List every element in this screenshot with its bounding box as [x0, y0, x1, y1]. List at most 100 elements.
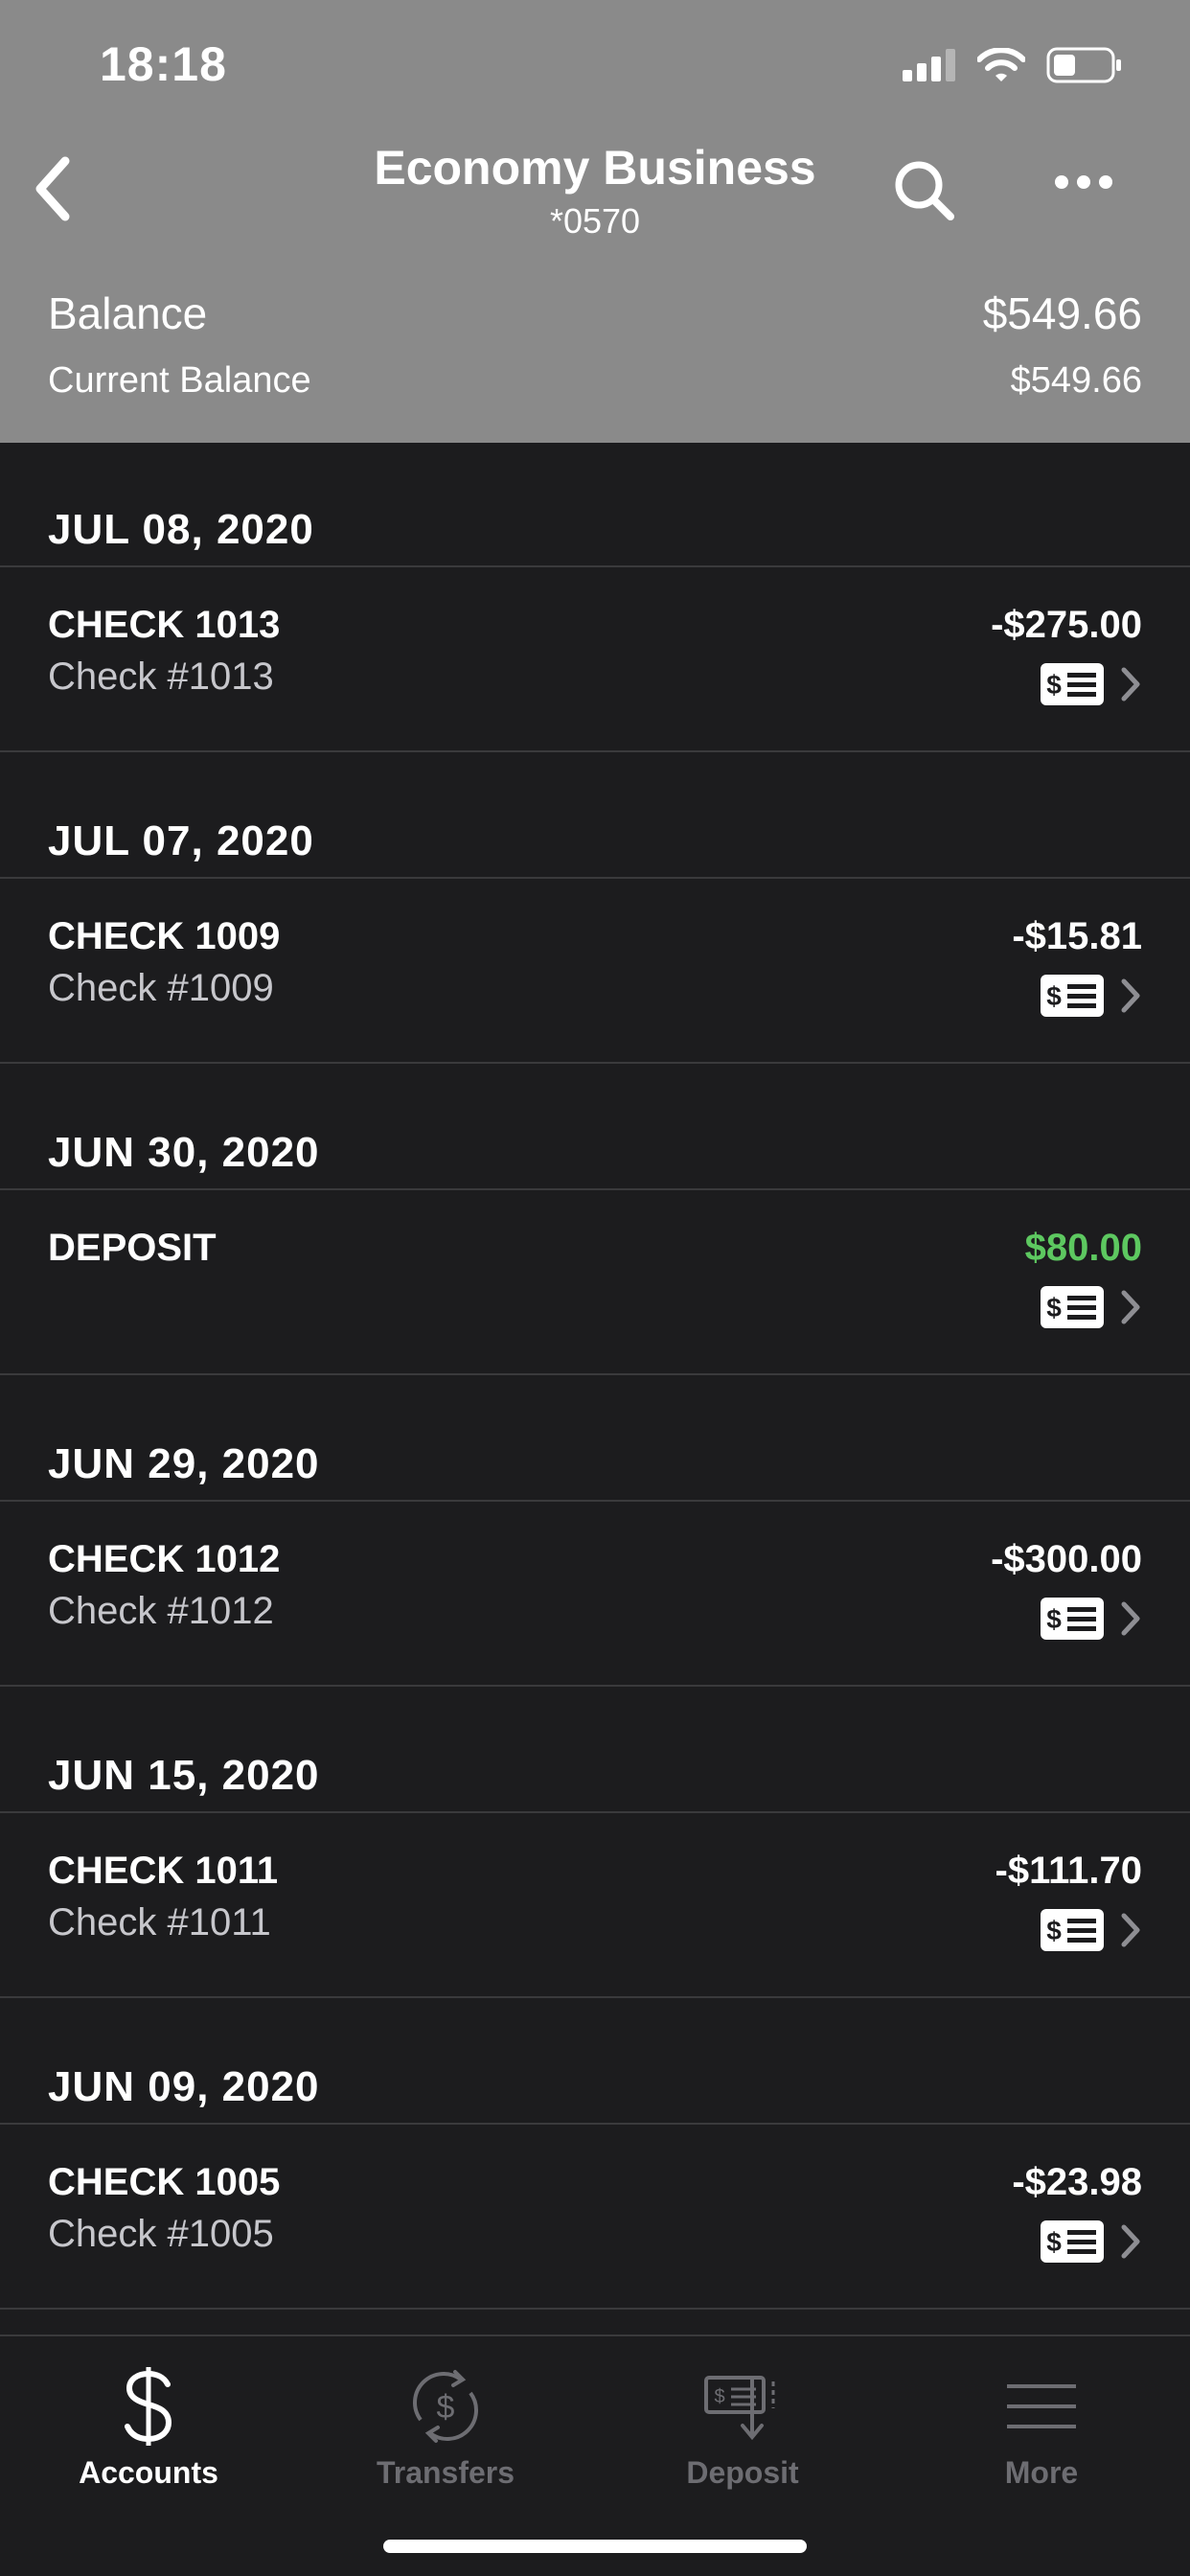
svg-text:$: $: [1046, 981, 1062, 1011]
date-header: JUL 08, 2020: [0, 443, 1190, 567]
check-image-icon[interactable]: $: [1041, 663, 1104, 705]
tab-more[interactable]: More: [893, 2336, 1190, 2509]
transaction-amount: -$15.81: [1012, 915, 1142, 957]
svg-text:$: $: [1046, 1293, 1062, 1322]
svg-text:$: $: [1046, 1604, 1062, 1634]
current-balance-label: Current Balance: [48, 360, 311, 401]
date-label: JUL 07, 2020: [48, 817, 314, 864]
date-header: JUN 09, 2020: [0, 2000, 1190, 2125]
nav-bar: Economy Business *0570: [0, 134, 1190, 249]
balance-row: Balance $549.66: [48, 288, 1142, 339]
transaction-title: CHECK 1011: [48, 1850, 279, 1892]
transaction-description: Check #1005: [48, 2213, 274, 2255]
dollar-icon: [125, 2367, 172, 2446]
transaction-row[interactable]: CHECK 1005 Check #1005 -$23.98 $: [0, 2125, 1190, 2310]
transaction-amount: -$300.00: [991, 1538, 1142, 1580]
date-label: JUN 30, 2020: [48, 1129, 320, 1176]
transaction-title: CHECK 1009: [48, 915, 281, 957]
tab-accounts[interactable]: Accounts: [0, 2336, 297, 2509]
transaction-title: CHECK 1005: [48, 2161, 281, 2203]
transaction-icons: $: [1041, 975, 1142, 1017]
transaction-description: Check #1012: [48, 1590, 274, 1632]
more-options-button[interactable]: [1054, 172, 1131, 211]
account-header: 18:18 Economy Business *0570 Balance $54…: [0, 0, 1190, 443]
tab-deposit[interactable]: $ Deposit: [594, 2336, 891, 2509]
svg-text:$: $: [1046, 1916, 1062, 1945]
transaction-description: Check #1011: [48, 1901, 271, 1944]
nav-title-block: Economy Business *0570: [0, 140, 1190, 242]
transaction-row[interactable]: CHECK 1013 Check #1013 -$275.00 $: [0, 567, 1190, 752]
transaction-amount: -$23.98: [1012, 2161, 1142, 2203]
chevron-right-icon: [1121, 1913, 1140, 1947]
transaction-icons: $: [1041, 2220, 1142, 2263]
tab-deposit-label: Deposit: [686, 2455, 799, 2490]
transaction-icons: $: [1041, 1598, 1142, 1640]
account-number: *0570: [549, 201, 641, 241]
check-image-icon[interactable]: $: [1041, 975, 1104, 1017]
transaction-amount: -$275.00: [991, 604, 1142, 646]
chevron-right-icon: [1121, 978, 1140, 1013]
transaction-group: JUN 09, 2020 CHECK 1005 Check #1005 -$23…: [0, 2000, 1190, 2312]
balance-label: Balance: [48, 288, 208, 338]
transaction-description: Check #1013: [48, 656, 274, 698]
transaction-list[interactable]: JUL 08, 2020 CHECK 1013 Check #1013 -$27…: [0, 443, 1190, 2334]
tab-transfers[interactable]: $ Transfers: [297, 2336, 594, 2509]
menu-lines-icon: [1007, 2384, 1076, 2428]
transaction-icons: $: [1041, 1286, 1142, 1328]
check-image-icon[interactable]: $: [1041, 2220, 1104, 2263]
tab-deposit-icon-wrap: $: [594, 2363, 891, 2450]
current-balance-row: Current Balance $549.66: [48, 360, 1142, 402]
transaction-title: DEPOSIT: [48, 1227, 217, 1269]
tab-transfers-icon-wrap: $: [297, 2363, 594, 2450]
date-header: JUN 30, 2020: [0, 1066, 1190, 1190]
chevron-right-icon: [1121, 2224, 1140, 2259]
transaction-group: JUL 08, 2020 CHECK 1013 Check #1013 -$27…: [0, 443, 1190, 754]
transaction-row[interactable]: CHECK 1011 Check #1011 -$111.70 $: [0, 1813, 1190, 1998]
chevron-right-icon: [1121, 1290, 1140, 1324]
signal-icon: [903, 49, 955, 81]
transaction-group: JUN 29, 2020 CHECK 1012 Check #1012 -$30…: [0, 1377, 1190, 1689]
check-image-icon[interactable]: $: [1041, 1286, 1104, 1328]
check-deposit-icon: $: [704, 2376, 775, 2441]
more-dots-icon: [1055, 175, 1112, 189]
tab-accounts-icon-wrap: [0, 2363, 297, 2450]
transaction-group: JUN 30, 2020 DEPOSIT $80.00 $: [0, 1066, 1190, 1377]
check-image-icon[interactable]: $: [1041, 1598, 1104, 1640]
transaction-amount: $80.00: [1024, 1227, 1142, 1269]
check-image-icon[interactable]: $: [1041, 1909, 1104, 1951]
tab-accounts-label: Accounts: [79, 2455, 218, 2490]
balance-value: $549.66: [982, 288, 1142, 338]
battery-icon: [1046, 47, 1121, 83]
transaction-group: JUL 07, 2020 CHECK 1009 Check #1009 -$15…: [0, 754, 1190, 1066]
date-header: JUN 29, 2020: [0, 1377, 1190, 1502]
date-label: JUN 29, 2020: [48, 1440, 320, 1487]
search-icon: [895, 161, 954, 220]
transaction-description: Check #1009: [48, 967, 274, 1009]
svg-text:$: $: [1046, 2227, 1062, 2257]
chevron-right-icon: [1121, 1601, 1140, 1636]
date-label: JUN 09, 2020: [48, 2063, 320, 2110]
tab-more-icon-wrap: [893, 2363, 1190, 2450]
transaction-title: CHECK 1012: [48, 1538, 281, 1580]
transaction-row[interactable]: CHECK 1012 Check #1012 -$300.00 $: [0, 1502, 1190, 1687]
date-label: JUN 15, 2020: [48, 1752, 320, 1799]
svg-text:$: $: [714, 2386, 724, 2407]
chevron-right-icon: [1121, 667, 1140, 702]
search-button[interactable]: [891, 157, 958, 224]
transfer-cycle-icon: $: [413, 2370, 478, 2443]
transaction-icons: $: [1041, 663, 1142, 705]
transaction-icons: $: [1041, 1909, 1142, 1951]
tab-more-label: More: [1004, 2455, 1079, 2490]
tab-transfers-label: Transfers: [376, 2455, 515, 2490]
status-icons: [903, 46, 1123, 84]
home-indicator[interactable]: [383, 2540, 807, 2553]
status-time: 18:18: [100, 37, 227, 91]
page-title: Economy Business: [374, 141, 816, 195]
wifi-icon: [977, 48, 1025, 81]
transaction-row[interactable]: CHECK 1009 Check #1009 -$15.81 $: [0, 879, 1190, 1064]
date-header: JUN 15, 2020: [0, 1689, 1190, 1813]
transaction-row[interactable]: DEPOSIT $80.00 $: [0, 1190, 1190, 1375]
current-balance-value: $549.66: [1010, 360, 1142, 401]
date-header: JUL 07, 2020: [0, 754, 1190, 879]
svg-text:$: $: [437, 2389, 455, 2426]
